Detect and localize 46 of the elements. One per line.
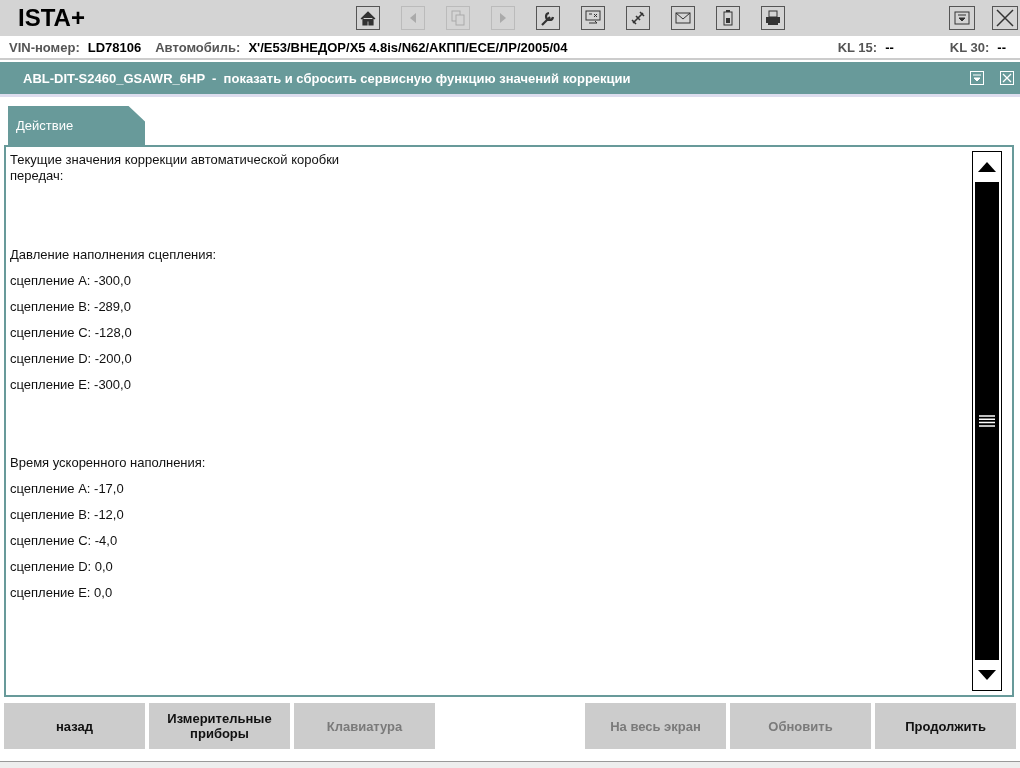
function-title: ABL-DIT-S2460_GSAWR_6HP - показать и сбросить сервисную функцию значений коррекции bbox=[23, 70, 631, 86]
documents-icon bbox=[448, 8, 468, 28]
vin-label: VIN-номер: bbox=[9, 39, 80, 55]
toolbar-button[interactable] bbox=[671, 6, 695, 30]
value-line: сцепление C: -128,0 bbox=[10, 324, 133, 342]
down-triangle-icon bbox=[978, 670, 996, 680]
dropdown-icon bbox=[971, 72, 983, 84]
scrollbar[interactable] bbox=[972, 151, 1002, 691]
vehicle-label: Автомобиль: bbox=[155, 39, 241, 55]
toolbar-button[interactable] bbox=[536, 6, 560, 30]
app-title: ISTA+ bbox=[18, 4, 86, 32]
dropdown-button[interactable] bbox=[970, 71, 984, 85]
close-icon bbox=[1001, 72, 1013, 84]
value-line: сцепление A: -300,0 bbox=[10, 272, 132, 290]
group-heading: Давление наполнения сцепления: bbox=[10, 246, 218, 264]
value-line: сцепление B: -12,0 bbox=[10, 506, 125, 524]
action-button[interactable]: Измерительные приборы bbox=[149, 703, 290, 749]
close-button[interactable] bbox=[992, 6, 1018, 30]
action-button[interactable]: назад bbox=[4, 703, 145, 749]
value-line: сцепление E: -300,0 bbox=[10, 376, 132, 394]
dropdown-icon bbox=[952, 8, 972, 28]
vin-value: LD78106 bbox=[87, 39, 142, 55]
value-line: сцепление A: -17,0 bbox=[10, 480, 125, 498]
value-line: сцепление D: -200,0 bbox=[10, 350, 133, 368]
kl30-value: -- bbox=[997, 39, 1006, 55]
vehicle-value: X'/E53/ВНЕДОР/X5 4.8is/N62/АКПП/ECE/ЛР/2005/04 bbox=[248, 39, 568, 55]
action-button[interactable]: Продолжить bbox=[875, 703, 1016, 749]
kl15-label: KL 15: bbox=[837, 39, 878, 55]
value-line: сцепление D: 0,0 bbox=[10, 558, 114, 576]
group-heading: Время ускоренного наполнения: bbox=[10, 454, 207, 472]
printer-icon bbox=[763, 8, 783, 28]
kl15-value: -- bbox=[885, 39, 894, 55]
scroll-thumb[interactable] bbox=[975, 182, 999, 660]
value-line: сцепление E: 0,0 bbox=[10, 584, 114, 602]
tab[interactable]: Действие bbox=[8, 106, 145, 145]
kl30-label: KL 30: bbox=[949, 39, 990, 55]
intro-text: Текущие значения коррекции автоматической коробки передач: bbox=[10, 152, 341, 184]
value-line: сцепление B: -289,0 bbox=[10, 298, 132, 316]
toolbar-button[interactable] bbox=[761, 6, 785, 30]
toolbar-button[interactable] bbox=[716, 6, 740, 30]
up-triangle-icon bbox=[978, 162, 996, 172]
close-icon bbox=[995, 8, 1015, 28]
grip-icon bbox=[979, 415, 995, 427]
toolbar-button[interactable] bbox=[356, 6, 380, 30]
value-line: сцепление C: -4,0 bbox=[10, 532, 119, 550]
dropdown-menu-button[interactable] bbox=[949, 6, 975, 30]
